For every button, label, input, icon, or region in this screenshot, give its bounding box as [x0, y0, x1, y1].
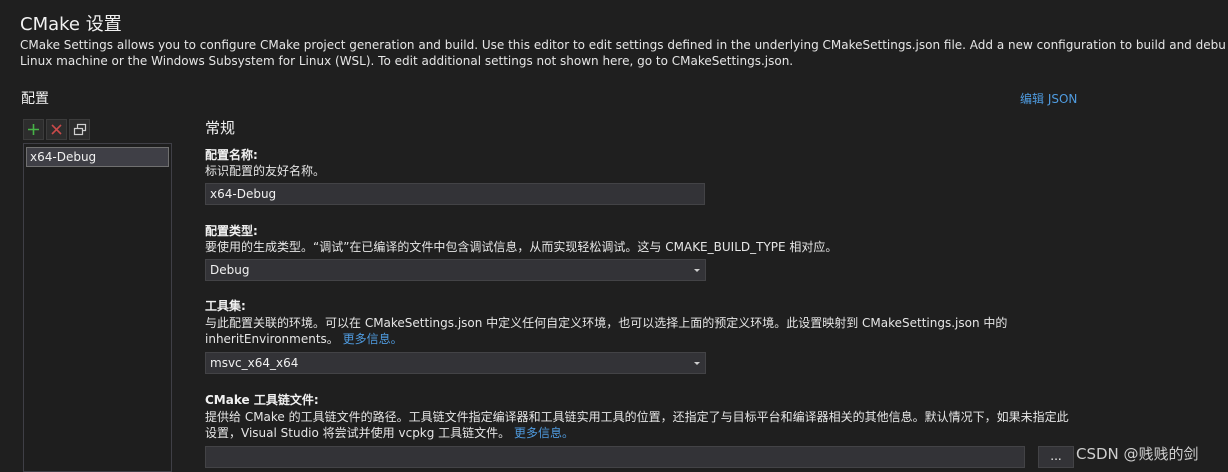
toolset-description-line-1: 与此配置关联的环境。可以在 CMakeSettings.json 中定义任何自定… [205, 316, 1008, 330]
config-name-label: 配置名称: [205, 148, 258, 162]
copy-config-button[interactable] [69, 119, 90, 140]
toolchain-more-info-link[interactable]: 更多信息。 [514, 426, 574, 440]
toolchain-file-label: CMake 工具链文件: [205, 393, 319, 407]
configurations-list: x64-Debug [23, 143, 172, 472]
config-type-value: Debug [210, 263, 250, 277]
toolset-label: 工具集: [205, 299, 246, 313]
toolset-description-line-2: inheritEnvironments。 更多信息。 [205, 331, 1085, 347]
page-intro: CMake Settings allows you to configure C… [20, 37, 1225, 69]
toolset-select[interactable]: msvc_x64_x64 [205, 352, 706, 374]
toolchain-browse-button[interactable]: ... [1038, 446, 1074, 468]
close-icon [51, 124, 62, 135]
config-name-description: 标识配置的友好名称。 [205, 164, 326, 178]
toolset-description-line-2-text: inheritEnvironments。 [205, 332, 339, 346]
cmake-settings-page: CMake 设置 CMake Settings allows you to co… [0, 0, 1228, 472]
chevron-down-icon [694, 269, 700, 272]
config-type-select[interactable]: Debug [205, 259, 706, 281]
add-config-button[interactable] [23, 119, 44, 140]
page-title: CMake 设置 [20, 14, 122, 35]
toolset-more-info-link[interactable]: 更多信息。 [343, 332, 403, 346]
copy-icon [73, 123, 86, 136]
config-type-description: 要使用的生成类型。“调试”在已编译的文件中包含调试信息，从而实现轻松调试。这与 … [205, 240, 838, 254]
config-type-label: 配置类型: [205, 224, 258, 238]
toolchain-description-line-2-text: 设置，Visual Studio 将尝试并使用 vcpkg 工具链文件。 [205, 426, 511, 440]
toolchain-description-line-1: 提供给 CMake 的工具链文件的路径。工具链文件指定编译器和工具链实用工具的位… [205, 410, 1069, 424]
watermark: CSDN @贱贱的剑 [1076, 445, 1199, 463]
toolchain-description-line-2: 设置，Visual Studio 将尝试并使用 vcpkg 工具链文件。 更多信… [205, 425, 1085, 441]
toolset-value: msvc_x64_x64 [210, 356, 299, 370]
intro-line-2: Linux machine or the Windows Subsystem f… [20, 54, 794, 68]
chevron-down-icon [694, 362, 700, 365]
configurations-header: 配置 [21, 91, 49, 107]
section-general-title: 常规 [205, 119, 236, 137]
toolset-description: 与此配置关联的环境。可以在 CMakeSettings.json 中定义任何自定… [205, 315, 1085, 347]
intro-line-1: CMake Settings allows you to configure C… [20, 38, 1225, 52]
config-list-item[interactable]: x64-Debug [26, 147, 169, 167]
config-toolbar [23, 119, 90, 140]
config-name-input[interactable]: x64-Debug [205, 183, 705, 205]
toolchain-file-input[interactable] [205, 446, 1025, 468]
remove-config-button[interactable] [46, 119, 67, 140]
toolchain-file-description: 提供给 CMake 的工具链文件的路径。工具链文件指定编译器和工具链实用工具的位… [205, 409, 1085, 441]
edit-json-link[interactable]: 编辑 JSON [1020, 90, 1077, 107]
plus-icon [28, 124, 39, 135]
